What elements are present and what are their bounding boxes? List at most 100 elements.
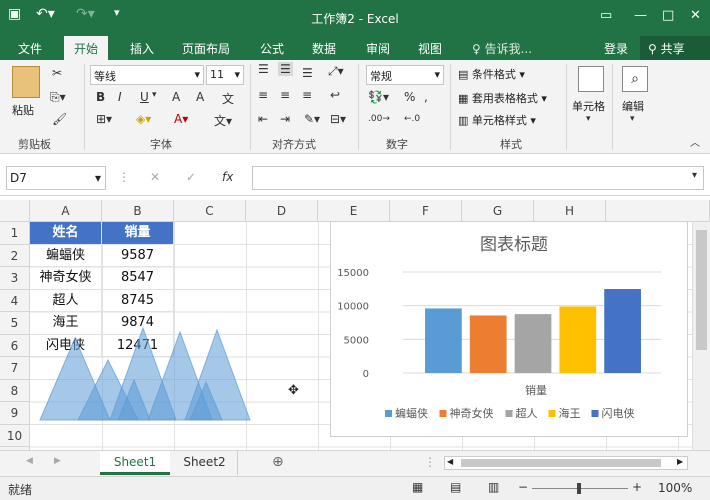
wrap-text-icon[interactable]: ↩ [330,88,340,102]
tab-data[interactable]: 数据 [312,40,336,57]
align-left-icon[interactable]: ≡ [258,88,268,102]
underline-button[interactable]: U [140,90,149,104]
percent-icon[interactable]: % [404,90,415,104]
horizontal-scrollbar[interactable]: ◀ ▶ [444,456,688,470]
col-header-c[interactable]: C [174,200,246,222]
copy-icon[interactable]: ⎘▾ [50,90,66,105]
zoom-slider-thumb[interactable] [577,483,581,494]
decrease-decimal-icon[interactable]: ←.0 [404,114,420,124]
col-header-h[interactable]: H [534,200,606,222]
font-name-select[interactable]: 等线 ▾ [90,65,204,85]
tab-insert[interactable]: 插入 [130,40,154,57]
table-cell[interactable]: 9587 [102,244,174,267]
tab-home[interactable]: 开始 [64,36,109,60]
orientation-icon[interactable]: ⤢▾ [328,64,344,79]
triangle-shapes[interactable] [30,320,260,425]
normal-view-icon[interactable]: ▦ [412,480,423,494]
italic-button[interactable]: I [118,90,122,104]
decrease-font-icon[interactable]: A [196,90,204,104]
wen-icon[interactable]: 文▾ [214,112,232,129]
align-bottom-icon[interactable]: ☰ [302,66,313,80]
increase-indent-icon[interactable]: ⇥ [280,112,290,126]
fill-color-icon[interactable]: ◈▾ [136,112,151,126]
tab-view[interactable]: 视图 [418,40,442,57]
cells-icon[interactable] [578,66,604,92]
page-layout-view-icon[interactable]: ▤ [450,480,461,494]
col-header-g[interactable]: G [462,200,534,222]
chevron-down-icon[interactable]: ▾ [152,90,157,100]
page-break-view-icon[interactable]: ▥ [488,480,499,494]
cells-button[interactable]: 单元格 [572,98,605,114]
cell-style-button[interactable]: ▥ 单元格样式 ▾ [458,112,536,128]
minimize-icon[interactable]: — [634,8,647,23]
increase-font-icon[interactable]: A [172,90,180,104]
chevron-down-icon[interactable]: ▾ [630,114,635,124]
enter-icon[interactable]: ✓ [186,170,196,184]
cond-format-button[interactable]: ▤ 条件格式 ▾ [458,66,525,82]
paste-label[interactable]: 粘贴 [12,102,34,118]
bold-button[interactable]: B [96,90,105,104]
phonetic-icon[interactable]: 文 [222,90,234,107]
prev-sheet-icon[interactable]: ◀ [26,456,33,466]
table-cell[interactable]: 神奇女侠 [30,267,102,290]
align-right-icon[interactable]: ≡ [302,88,312,102]
tab-review[interactable]: 审阅 [366,40,390,57]
tell-me-box[interactable]: ♀ 告诉我... [472,40,532,57]
close-icon[interactable]: ✕ [690,8,701,23]
decrease-indent-icon[interactable]: ⇤ [258,112,268,126]
font-color-icon[interactable]: A▾ [174,112,188,126]
select-all-corner[interactable] [0,200,30,222]
accounting-format-icon[interactable]: 💱▾ [368,90,389,104]
paste-icon[interactable] [12,66,40,98]
zoom-level[interactable]: 100% [658,481,692,495]
tab-formulas[interactable]: 公式 [260,40,284,57]
col-header-e[interactable]: E [318,200,390,222]
table-cell[interactable]: 蝙蝠侠 [30,244,102,267]
edit-button[interactable]: 编辑 [622,98,644,114]
search-icon[interactable]: ⌕ [622,66,648,92]
align-center-icon[interactable]: ≡ [280,88,290,102]
col-header-d[interactable]: D [246,200,318,222]
bar-chart[interactable]: 图表标题 0 5000 10000 15000 销量 蝙蝠侠 神奇女侠 超人 海王 闪电侠 [330,221,688,437]
orientation-text-icon[interactable]: ✎▾ [304,112,320,126]
table-format-button[interactable]: ▦ 套用表格格式 ▾ [458,90,547,106]
comma-style-icon[interactable]: , [424,90,428,104]
cut-icon[interactable]: ✂ [52,66,62,80]
zoom-out-icon[interactable]: − [518,480,528,494]
sheet-tab-sheet1[interactable]: Sheet1 [100,451,170,475]
sheet-tab-sheet2[interactable]: Sheet2 [172,451,238,475]
expand-formula-icon[interactable]: ▾ [692,170,697,181]
tab-page-layout[interactable]: 页面布局 [182,40,230,57]
border-icon[interactable]: ⊞▾ [96,112,112,126]
worksheet-grid[interactable]: A B C D E F G H 1 2 3 4 5 6 7 8 9 10 11 … [0,200,710,450]
table-cell[interactable]: 8745 [102,289,174,312]
add-sheet-icon[interactable]: ⊕ [272,454,284,470]
insert-function-button[interactable]: fx [222,170,233,184]
tab-file[interactable]: 文件 [18,40,42,57]
table-header-cell[interactable]: 销量 [102,222,174,245]
scroll-right-icon[interactable]: ▶ [677,457,683,466]
col-header-f[interactable]: F [390,200,462,222]
table-cell[interactable]: 超人 [30,289,102,312]
maximize-icon[interactable]: □ [662,8,674,23]
vertical-scrollbar[interactable] [692,222,710,450]
cancel-icon[interactable]: ✕ [150,170,160,184]
align-top-icon[interactable]: ☰ [258,62,269,76]
login-link[interactable]: 登录 [604,40,628,57]
formula-input[interactable] [252,166,704,190]
col-header-b[interactable]: B [102,200,174,222]
table-cell[interactable]: 8547 [102,267,174,290]
font-size-select[interactable]: 11 ▾ [206,65,244,85]
increase-decimal-icon[interactable]: .00→ [368,114,390,124]
name-box[interactable]: D7 ▾ [6,166,106,190]
zoom-in-icon[interactable]: + [632,480,642,494]
chevron-down-icon[interactable]: ▾ [586,114,591,124]
number-format-select[interactable]: 常规 ▾ [366,65,444,85]
scroll-left-icon[interactable]: ◀ [447,457,453,466]
collapse-ribbon-icon[interactable]: ︿ [690,134,700,149]
format-painter-icon[interactable]: 🖌 [52,112,67,126]
col-header-a[interactable]: A [30,200,102,222]
share-button[interactable]: ⚲ 共享 [640,36,710,60]
ribbon-display-icon[interactable]: ▭ [600,8,612,23]
horizontal-scroll-thumb[interactable] [461,459,661,467]
